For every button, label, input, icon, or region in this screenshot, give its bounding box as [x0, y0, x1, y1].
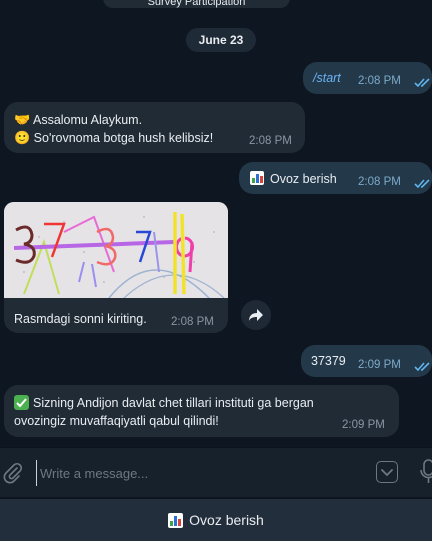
microphone-icon[interactable]: [420, 459, 432, 485]
message-greeting[interactable]: 🤝 Assalomu Alaykum. 🙂 So'rovnoma botga h…: [4, 102, 305, 153]
bar-chart-icon: [250, 171, 264, 185]
message-composer: [0, 447, 432, 497]
message-time: 2:08 PM: [249, 135, 292, 147]
check-mark-icon: [14, 395, 29, 410]
message-answer[interactable]: 37379 2:09 PM: [301, 345, 432, 377]
vote-text: Ovoz berish: [250, 170, 337, 188]
message-time: 2:08 PM: [358, 176, 401, 188]
greeting-line-2: 🙂 So'rovnoma botga hush kelibsiz!: [14, 130, 214, 145]
answer-text: 37379: [311, 354, 346, 368]
confirmation-line-1: Sizning Andijon davlat chet tillari inst…: [14, 394, 314, 412]
message-time: 2:09 PM: [342, 419, 385, 431]
message-time: 2:09 PM: [358, 359, 401, 371]
top-pill-text: Survey Participation: [147, 0, 246, 8]
handshake-icon: 🤝: [14, 112, 31, 127]
message-time: 2:08 PM: [171, 316, 214, 328]
bar-chart-icon: [168, 512, 184, 528]
double-check-icon: [414, 179, 430, 189]
smile-icon: 🙂: [14, 130, 31, 145]
chevron-down-icon: [381, 469, 393, 477]
reply-keyboard-vote-button[interactable]: Ovoz berish: [0, 498, 432, 541]
captcha-image[interactable]: [4, 202, 228, 298]
keyboard-toggle-button[interactable]: [376, 461, 398, 483]
confirmation-line-2: ovozingiz muvaffaqiyatli qabul qilindi!: [14, 414, 219, 428]
message-start[interactable]: /start 2:08 PM: [303, 62, 432, 94]
captcha-drawing: [4, 202, 228, 298]
message-captcha[interactable]: Rasmdagi sonni kiriting. 2:08 PM: [4, 202, 228, 333]
message-confirmation[interactable]: Sizning Andijon davlat chet tillari inst…: [4, 385, 399, 437]
paperclip-icon[interactable]: [2, 462, 24, 484]
captcha-caption: Rasmdagi sonni kiriting.: [14, 312, 147, 326]
greeting-line-1: 🤝 Assalomu Alaykum.: [14, 112, 143, 127]
message-input[interactable]: [36, 460, 366, 486]
double-check-icon: [414, 78, 430, 88]
forward-icon: [249, 309, 263, 321]
date-separator: June 23: [186, 28, 256, 52]
message-time: 2:08 PM: [358, 75, 401, 87]
reply-keyboard-label: Ovoz berish: [189, 512, 264, 528]
message-vote[interactable]: Ovoz berish 2:08 PM: [239, 162, 432, 194]
command-link[interactable]: /start: [313, 69, 341, 87]
pinned-top-message: Survey Participation: [103, 0, 290, 8]
chat-history[interactable]: Survey Participation June 23 /start 2:08…: [0, 0, 432, 447]
double-check-icon: [414, 362, 430, 372]
forward-button[interactable]: [241, 300, 271, 330]
